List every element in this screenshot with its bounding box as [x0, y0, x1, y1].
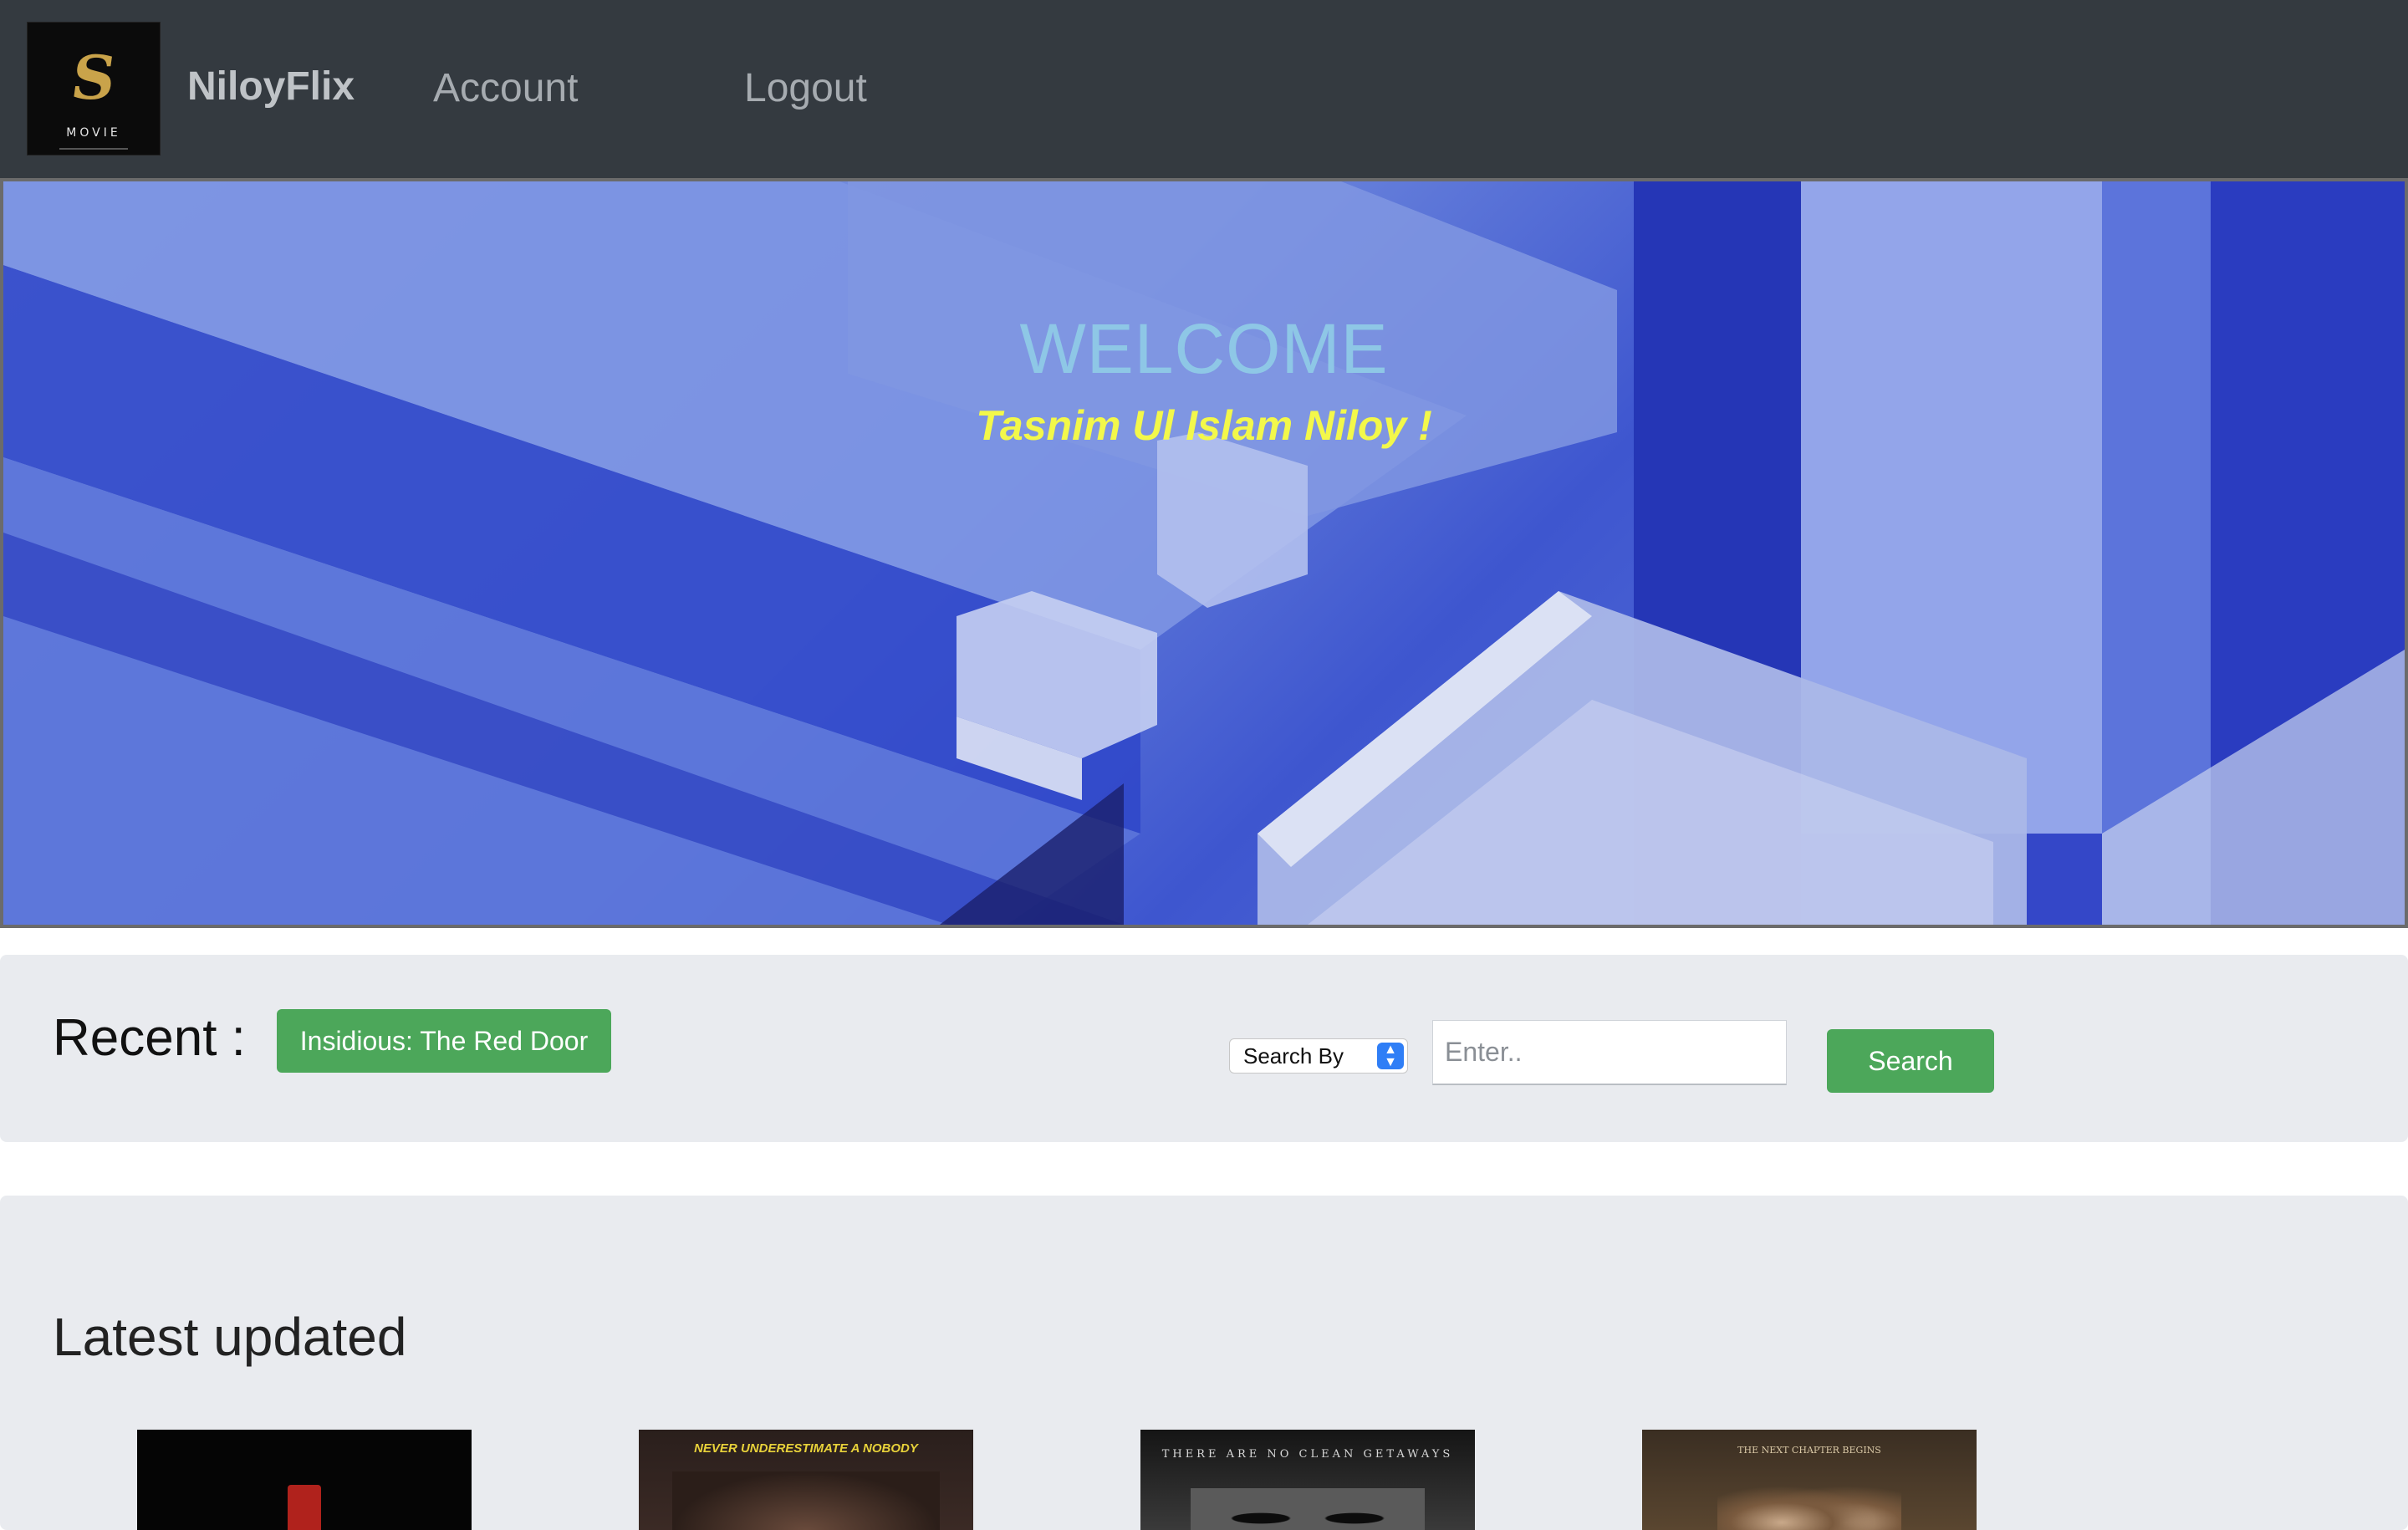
hero-background-art — [3, 181, 2405, 925]
logo-s-mark-icon: S — [67, 42, 121, 113]
movie-poster-3[interactable]: THERE ARE NO CLEAN GETAWAYS — [1140, 1430, 1475, 1530]
welcome-heading: WELCOME — [1019, 309, 1389, 388]
poster-art — [1717, 1476, 1901, 1530]
movie-poster-1[interactable] — [137, 1430, 472, 1530]
latest-updated-heading: Latest updated — [53, 1307, 407, 1367]
nav-logout-link[interactable]: Logout — [744, 64, 867, 114]
logo-word: MOVIE — [66, 126, 121, 140]
poster-art — [1191, 1488, 1425, 1530]
brand-name[interactable]: NiloyFlix — [187, 62, 355, 112]
poster-art — [672, 1471, 940, 1530]
poster-tagline: THE NEXT CHAPTER BEGINS — [1737, 1445, 1881, 1456]
latest-updated-section: Latest updated NEVER UNDERESTIMATE A NOB… — [0, 1196, 2408, 1530]
recent-label: Recent : — [53, 1009, 246, 1067]
logo-underline — [59, 148, 128, 150]
recent-search-panel: Recent : Insidious: The Red Door Search … — [0, 955, 2408, 1142]
search-input[interactable] — [1432, 1020, 1787, 1085]
recent-movie-button[interactable]: Insidious: The Red Door — [277, 1009, 611, 1073]
poster-art — [288, 1485, 321, 1530]
poster-tagline: NEVER UNDERESTIMATE A NOBODY — [694, 1441, 918, 1456]
site-logo[interactable]: S MOVIE — [27, 22, 161, 156]
search-button[interactable]: Search — [1827, 1029, 1994, 1093]
nav-account-link[interactable]: Account — [433, 64, 578, 114]
search-by-selected-value: Search By — [1243, 1043, 1344, 1068]
user-greeting: Tasnim Ul Islam Niloy ! — [976, 402, 1432, 449]
chevron-updown-icon: ▲ ▼ — [1377, 1043, 1404, 1069]
movie-poster-2[interactable]: NEVER UNDERESTIMATE A NOBODY — [639, 1430, 973, 1530]
movie-poster-4[interactable]: THE NEXT CHAPTER BEGINS — [1642, 1430, 1977, 1530]
navbar: S MOVIE NiloyFlix Account Logout — [0, 0, 2408, 178]
hero-banner: WELCOME Tasnim Ul Islam Niloy ! — [0, 178, 2408, 928]
search-by-select[interactable]: Search By ▲ ▼ — [1229, 1038, 1408, 1074]
poster-tagline: THERE ARE NO CLEAN GETAWAYS — [1161, 1448, 1454, 1461]
